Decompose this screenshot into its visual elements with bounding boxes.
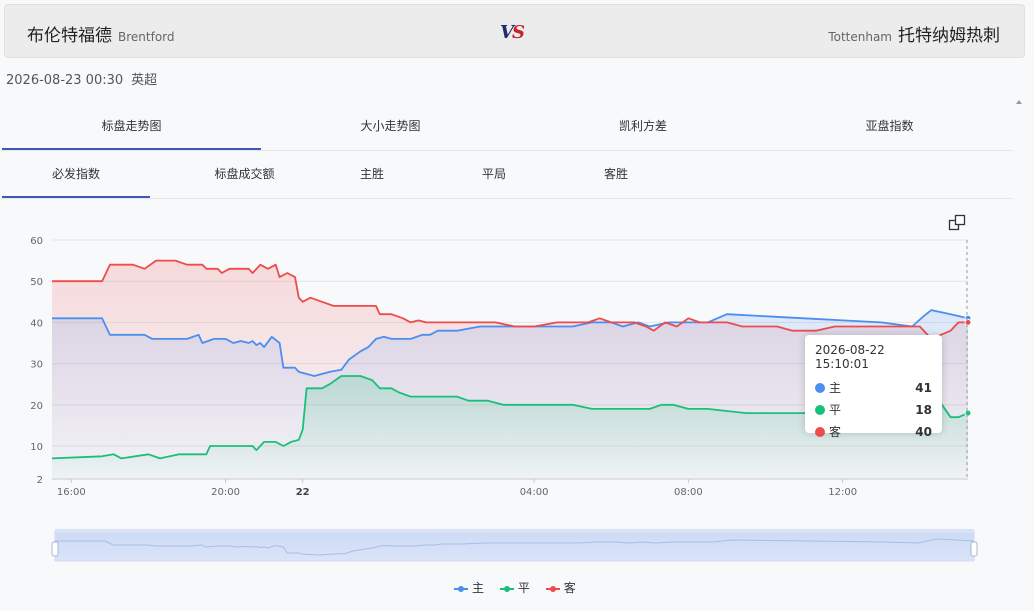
- tooltip-value: 41: [915, 381, 932, 395]
- vs-logo: VS: [500, 22, 525, 43]
- x-tick-label: 04:00: [520, 487, 549, 498]
- legend-draw-icon: [499, 585, 514, 592]
- tab-odds-trend[interactable]: 标盘走势图: [2, 104, 261, 150]
- legend-item-draw[interactable]: 平: [499, 579, 530, 596]
- tooltip-row-away: 客 40: [815, 421, 932, 443]
- tooltip-row-home: 主 41: [815, 377, 932, 399]
- y-tick-label: 40: [30, 318, 43, 329]
- home-team: 布伦特福德 Brentford: [27, 21, 175, 46]
- y-tick-label: 20: [30, 401, 43, 412]
- x-tick-label: 12:00: [828, 487, 857, 498]
- y-tick-label: 30: [30, 360, 43, 371]
- tab-kelly-variance[interactable]: 凯利方差: [520, 104, 766, 150]
- chart-tooltip: 2026-08-22 15:10:01 主 41 平 18 客 40: [805, 335, 942, 439]
- tooltip-value: 18: [915, 403, 932, 417]
- tooltip-time: 2026-08-22 15:10:01: [815, 343, 885, 371]
- tab-asian-handicap[interactable]: 亚盘指数: [766, 104, 1013, 150]
- collapse-caret-icon[interactable]: [1016, 100, 1022, 104]
- y-tick-label: 10: [30, 442, 43, 453]
- tooltip-value: 40: [915, 425, 932, 439]
- legend-item-away[interactable]: 客: [545, 579, 576, 596]
- x-tick-label: 16:00: [57, 487, 86, 498]
- y-tick-label: 2: [37, 475, 43, 486]
- tab-betfair-index[interactable]: 必发指数: [2, 152, 150, 198]
- home-dot-icon: [815, 383, 825, 393]
- tab-over-under-trend[interactable]: 大小走势图: [261, 104, 520, 150]
- series-point-away[interactable]: [964, 318, 972, 326]
- home-team-name-cn: 布伦特福德: [27, 26, 112, 46]
- series-point-draw[interactable]: [964, 409, 972, 417]
- tab-volume[interactable]: 标盘成交额: [187, 152, 302, 198]
- main-tabs: 标盘走势图 大小走势图 凯利方差 亚盘指数: [2, 104, 1013, 151]
- chart-legend: 主 平 客: [454, 579, 588, 596]
- draw-dot-icon: [815, 405, 825, 415]
- away-dot-icon: [815, 427, 825, 437]
- away-team-name-en: Tottenham: [828, 30, 892, 44]
- tab-away-win[interactable]: 客胜: [576, 152, 656, 198]
- match-datetime: 2026-08-23 00:30: [6, 73, 124, 88]
- x-tick-label: 22: [296, 487, 310, 498]
- tab-home-win[interactable]: 主胜: [332, 152, 412, 198]
- x-tick-label: 08:00: [674, 487, 703, 498]
- x-tick-label: 20:00: [211, 487, 240, 498]
- zoom-top-bar[interactable]: [55, 529, 974, 533]
- home-team-name-en: Brentford: [118, 30, 175, 44]
- zoom-handle-left[interactable]: [51, 541, 59, 557]
- league-name: 英超: [131, 73, 158, 88]
- legend-item-home[interactable]: 主: [454, 579, 484, 596]
- match-meta: 2026-08-23 00:30 英超: [6, 69, 157, 88]
- away-team: Tottenham 托特纳姆热刺: [828, 21, 1000, 46]
- tooltip-label: 平: [829, 403, 842, 417]
- tab-draw[interactable]: 平局: [454, 152, 534, 198]
- match-header: 布伦特福德 Brentford VS Tottenham 托特纳姆热刺: [4, 4, 1025, 58]
- tooltip-label: 主: [829, 381, 842, 395]
- sub-tabs: 必发指数 标盘成交额 主胜 平局 客胜: [2, 152, 1013, 199]
- legend-home-icon: [454, 585, 468, 592]
- zoom-handle-right[interactable]: [970, 541, 978, 557]
- y-tick-label: 50: [30, 277, 43, 288]
- away-team-name-cn: 托特纳姆热刺: [898, 26, 1000, 46]
- legend-away-icon: [545, 585, 560, 592]
- y-tick-label: 60: [30, 236, 43, 247]
- tooltip-row-draw: 平 18: [815, 399, 932, 421]
- tooltip-label: 客: [829, 425, 842, 439]
